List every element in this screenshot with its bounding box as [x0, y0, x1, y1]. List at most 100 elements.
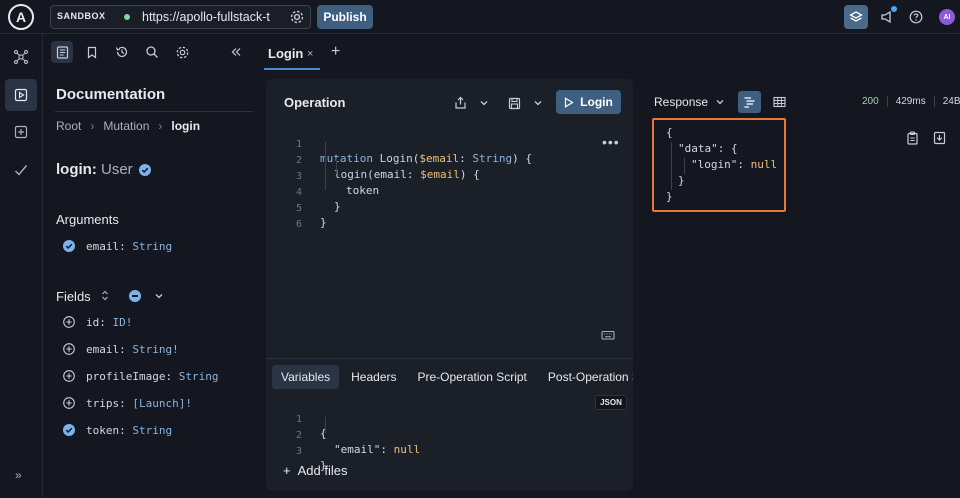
- share-icon[interactable]: [451, 94, 469, 112]
- code-token: "email": [334, 443, 381, 456]
- tab-pre-operation-script[interactable]: Pre-Operation Script: [409, 365, 536, 389]
- schema-icon[interactable]: [5, 41, 37, 73]
- chevron-down-icon[interactable]: [153, 289, 165, 307]
- line-number: 6: [295, 219, 302, 230]
- response-time: 429ms: [888, 96, 935, 107]
- code-line: 5 }: [266, 190, 327, 229]
- check-circle-icon[interactable]: [63, 240, 75, 252]
- response-stats: 200 429ms 24B: [862, 96, 960, 107]
- copy-icon[interactable]: [906, 131, 919, 150]
- field-row[interactable]: profileImage: String: [63, 368, 218, 384]
- checks-icon[interactable]: [5, 154, 37, 186]
- settings-icon[interactable]: [171, 41, 193, 63]
- code-token: :: [737, 158, 751, 171]
- field-row[interactable]: email: String!: [63, 341, 179, 357]
- documentation-icon[interactable]: [51, 41, 73, 63]
- field-type[interactable]: [Launch]!: [132, 397, 192, 410]
- sort-icon[interactable]: [99, 289, 111, 307]
- expand-sidebar-icon[interactable]: »: [15, 468, 22, 482]
- run-operation-button[interactable]: Login: [556, 90, 621, 114]
- close-icon[interactable]: ×: [307, 48, 313, 60]
- active-tab-indicator: [264, 68, 320, 70]
- add-icon[interactable]: [5, 116, 37, 148]
- top-bar: A SANDBOX https://apollo-fullstack-t Pub…: [0, 0, 960, 34]
- code-token: : {: [717, 142, 738, 155]
- history-icon[interactable]: [111, 41, 133, 63]
- code-token: (: [367, 168, 374, 181]
- response-line: {: [666, 126, 673, 139]
- megaphone-icon[interactable]: [876, 6, 898, 28]
- download-icon[interactable]: [933, 131, 946, 150]
- publish-button[interactable]: Publish: [317, 5, 373, 29]
- save-icon[interactable]: [505, 94, 523, 112]
- field-type[interactable]: String: [179, 370, 219, 383]
- breadcrumb-mutation[interactable]: Mutation: [103, 119, 149, 133]
- help-icon[interactable]: [905, 6, 927, 28]
- field-type-link[interactable]: User: [101, 161, 133, 178]
- apollo-logo-icon[interactable]: A: [8, 4, 34, 30]
- plus-circle-icon[interactable]: [63, 316, 75, 328]
- code-token: "login": [691, 158, 738, 171]
- code-token: }: [320, 216, 327, 229]
- code-line: 2 "email": null: [266, 417, 420, 456]
- tab-login[interactable]: Login: [268, 46, 303, 61]
- response-label: Response: [654, 95, 709, 109]
- field-type[interactable]: String: [132, 424, 172, 437]
- field-name: email:: [86, 342, 126, 356]
- tab-variables[interactable]: Variables: [272, 365, 340, 389]
- code-line: 3 }: [266, 433, 327, 472]
- fields-heading: Fields: [56, 289, 91, 304]
- json-mode-badge[interactable]: JSON: [595, 395, 627, 410]
- code-token: ) {: [459, 168, 480, 181]
- search-icon[interactable]: [141, 41, 163, 63]
- field-name: trips:: [86, 396, 126, 410]
- field-row[interactable]: id: ID!: [63, 314, 132, 330]
- more-options-icon[interactable]: •••: [602, 134, 620, 150]
- field-type[interactable]: ID!: [113, 316, 133, 329]
- check-circle-icon[interactable]: [139, 163, 151, 181]
- indent-guide: [336, 158, 337, 174]
- chevron-down-icon[interactable]: [475, 94, 493, 112]
- argument-type[interactable]: String: [132, 240, 172, 253]
- layers-icon[interactable]: [844, 5, 868, 29]
- keyboard-icon[interactable]: [601, 328, 615, 346]
- check-circle-icon[interactable]: [63, 424, 75, 436]
- tab-headers[interactable]: Headers: [342, 365, 405, 389]
- collapse-icon[interactable]: [225, 41, 247, 63]
- endpoint-url-text[interactable]: https://apollo-fullstack-t: [142, 10, 282, 24]
- table-view-icon[interactable]: [770, 93, 788, 111]
- plus-circle-icon[interactable]: [63, 370, 75, 382]
- add-files-label: Add files: [297, 463, 348, 478]
- avatar[interactable]: AI: [939, 9, 955, 25]
- plus-circle-icon[interactable]: [63, 397, 75, 409]
- operation-panel: Operation Login 1 mutation Login($email:…: [266, 79, 633, 491]
- add-files-button[interactable]: + Add files: [283, 463, 347, 478]
- code-line: 2 login(email: $email) {: [266, 142, 480, 181]
- json-view-icon[interactable]: [738, 91, 761, 113]
- code-token: $email: [419, 152, 460, 165]
- code-token: :: [406, 168, 421, 181]
- plus-circle-icon[interactable]: [63, 343, 75, 355]
- gear-icon[interactable]: [288, 8, 306, 26]
- field-row[interactable]: trips: [Launch]!: [63, 395, 192, 411]
- response-body[interactable]: { "data": { "login": null } }: [652, 118, 786, 212]
- tab-post-operation-script[interactable]: Post-Operation Sc: [539, 365, 633, 389]
- chevron-down-icon[interactable]: [529, 94, 547, 112]
- indent-guide: [325, 417, 326, 433]
- left-rail: [0, 34, 43, 498]
- argument-row[interactable]: email: String: [63, 238, 172, 254]
- add-tab-icon[interactable]: +: [331, 43, 340, 61]
- field-type[interactable]: String!: [132, 343, 178, 356]
- argument-name: email:: [86, 239, 126, 253]
- endpoint-url-field[interactable]: SANDBOX https://apollo-fullstack-t: [50, 5, 311, 29]
- explorer-icon[interactable]: [5, 79, 37, 111]
- code-token: null: [393, 443, 421, 456]
- response-view-select[interactable]: Response: [654, 95, 726, 109]
- field-row[interactable]: token: String: [63, 422, 172, 438]
- code-line: 1 {: [266, 401, 327, 440]
- indent-guide: [671, 142, 672, 190]
- deselect-all-icon[interactable]: [129, 290, 141, 302]
- code-line: 6: [266, 206, 306, 230]
- breadcrumb-root[interactable]: Root: [56, 119, 81, 133]
- bookmark-icon[interactable]: [81, 41, 103, 63]
